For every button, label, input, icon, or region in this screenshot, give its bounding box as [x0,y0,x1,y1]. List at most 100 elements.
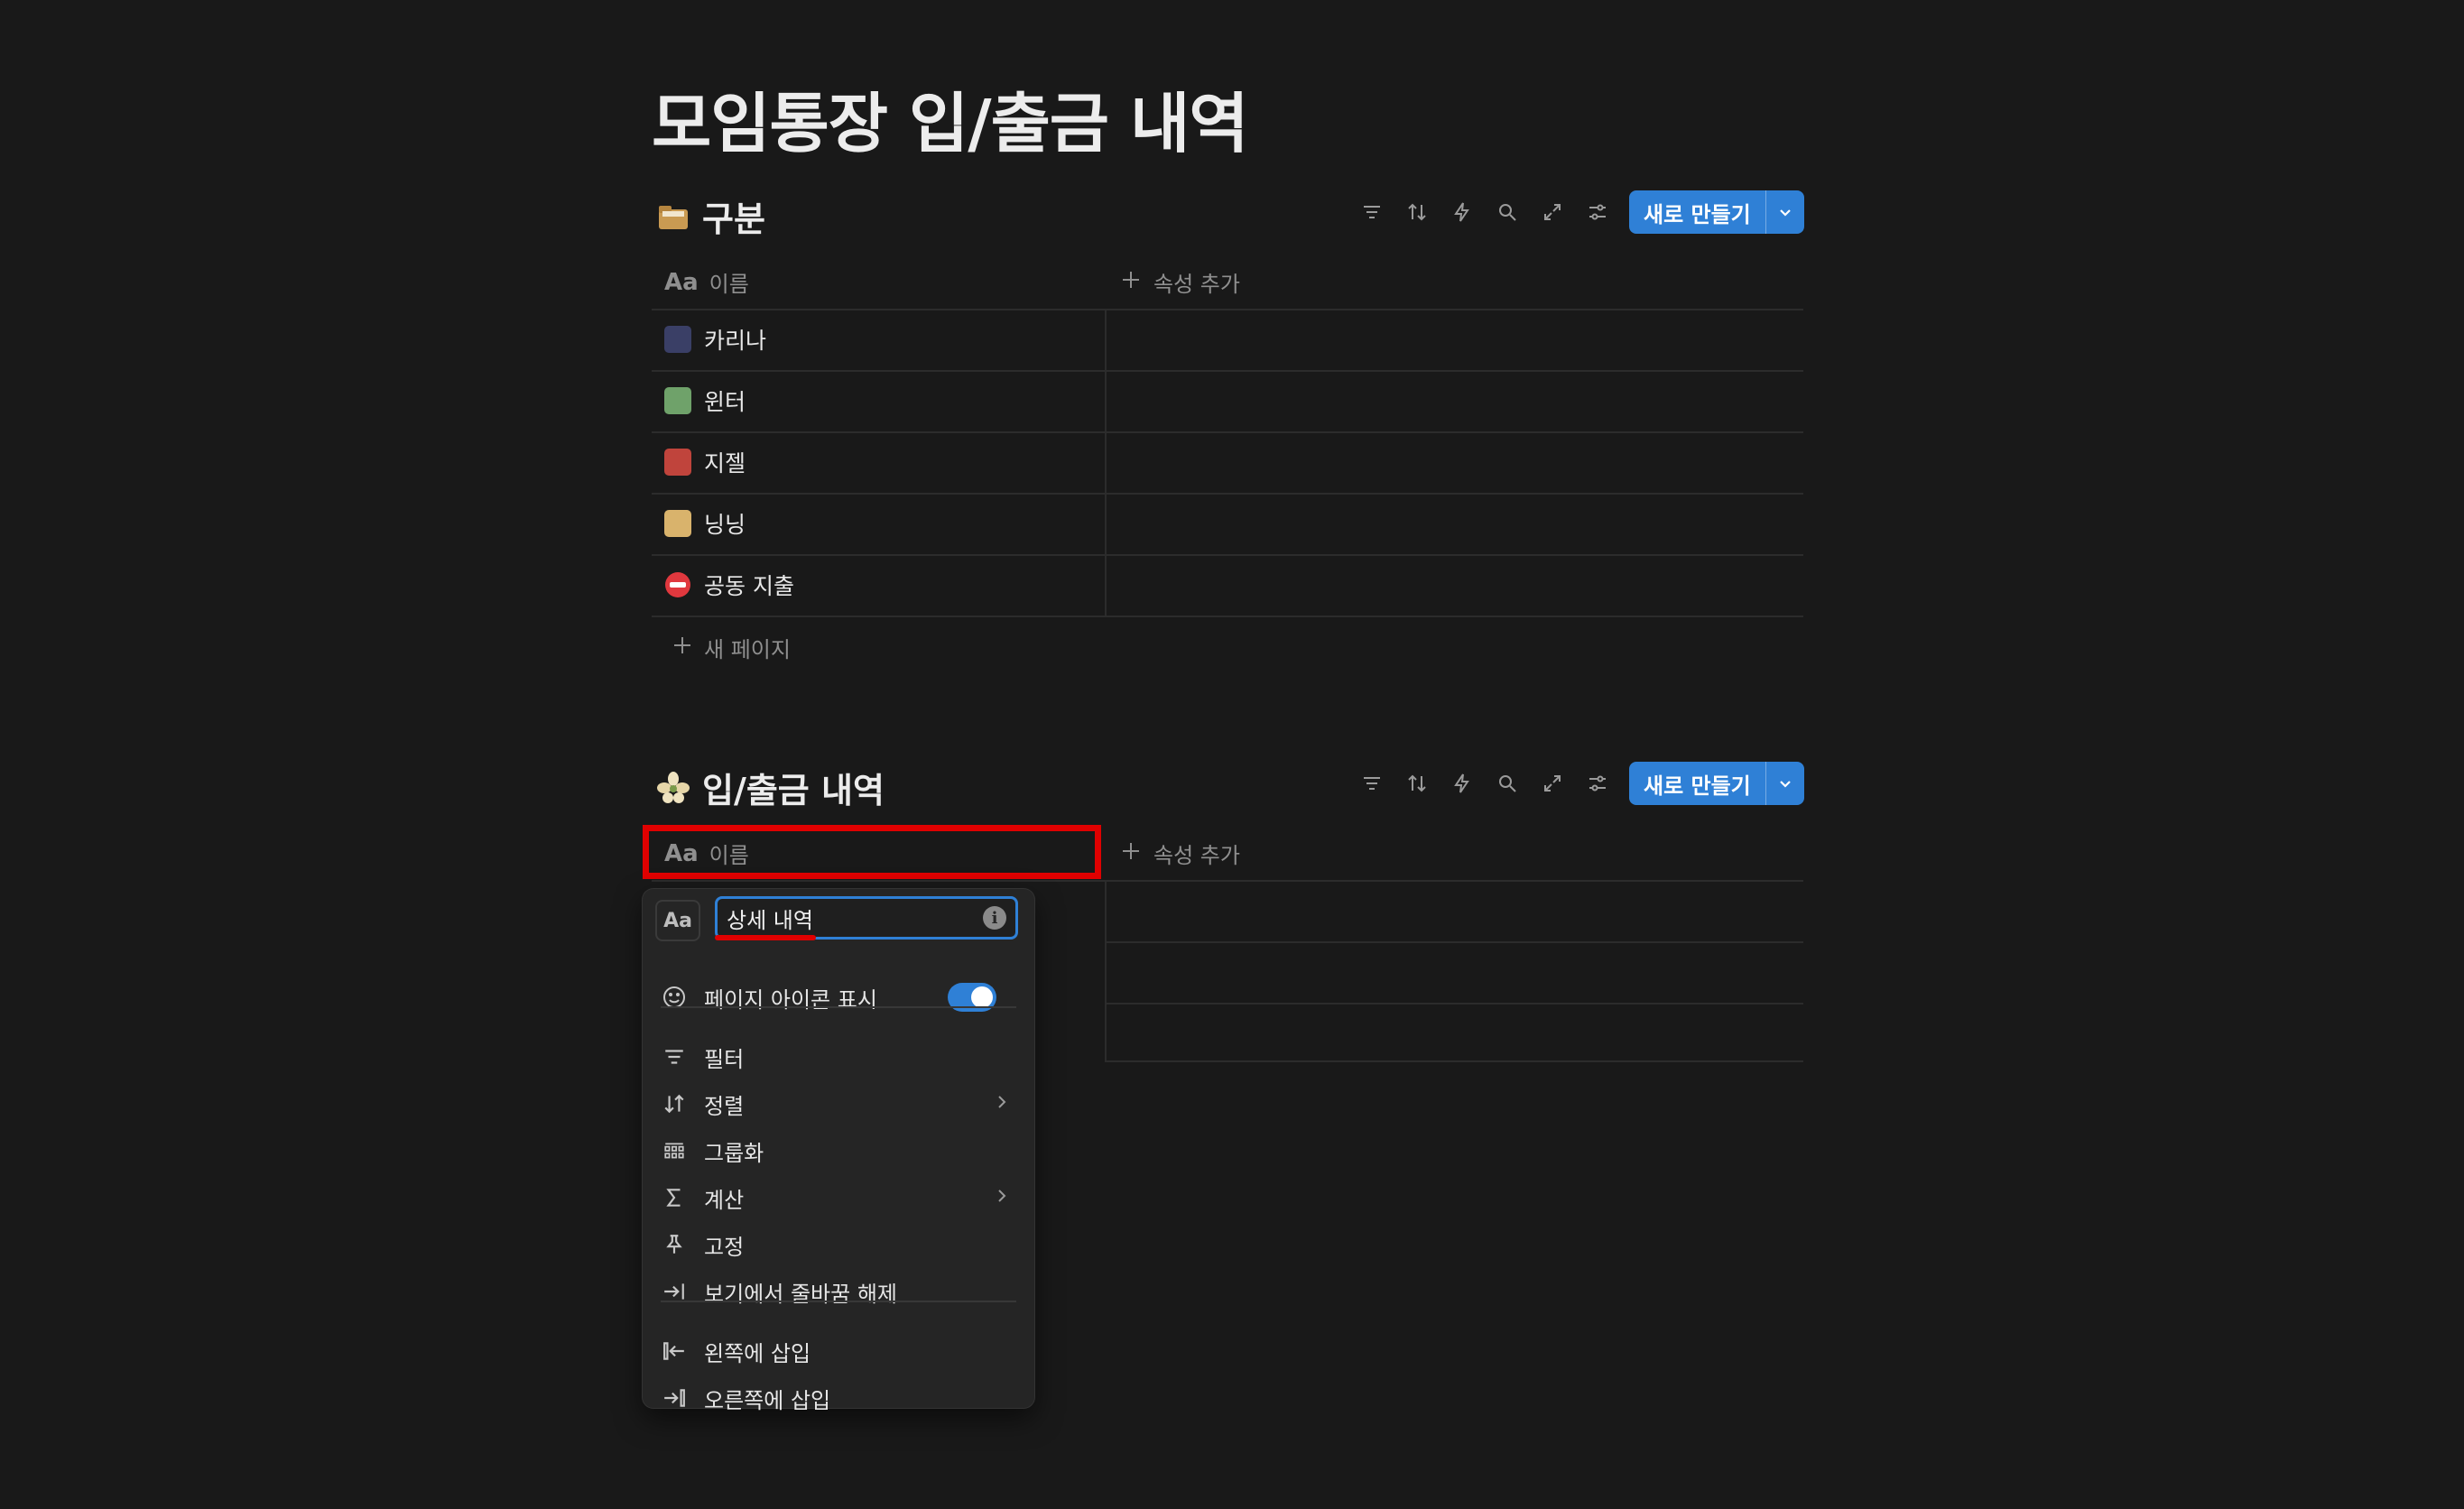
menu-item-label: 왼쪽에 삽입 [704,1340,811,1366]
new-button-label[interactable]: 새로 만들기 [1629,762,1765,805]
divider [652,880,1803,882]
sort-icon [661,1090,688,1117]
chevron-down-icon[interactable] [1765,190,1804,234]
search-icon[interactable] [1485,761,1530,806]
row-title: 닝닝 [704,512,746,538]
column-divider [1105,309,1107,616]
settings-sliders-icon[interactable] [1575,761,1620,806]
divider [1105,941,1803,943]
plus-icon [1119,839,1143,868]
highlight-box [643,825,1101,879]
expand-icon[interactable] [1530,190,1575,235]
insert-right-icon [661,1384,688,1412]
flower-icon [657,771,690,804]
db2-toolbar: 새로 만들기 [1349,761,1804,806]
row-title: 윈터 [704,389,746,415]
pin-icon [661,1231,688,1258]
new-page-button[interactable]: 새 페이지 [672,632,791,663]
divider [1105,1060,1803,1062]
menu-item-group[interactable]: 그룹화 [661,1127,1016,1174]
menu-item-sort[interactable]: 정렬 [661,1080,1016,1127]
menu-separator [661,1301,1016,1302]
menu-item-unwrap[interactable]: 보기에서 줄바꿈 해제 [661,1268,1016,1315]
filter-icon [661,1043,688,1070]
table-row[interactable]: 카리나 [664,323,766,356]
menu-item-label: 그룹화 [704,1140,764,1166]
menu-item-label: 고정 [704,1234,745,1260]
new-button[interactable]: 새로 만들기 [1629,762,1804,805]
divider [652,616,1803,617]
avatar-ningning-icon [664,510,691,537]
table-row[interactable]: 공동 지출 [664,569,794,601]
menu-item-label: 보기에서 줄바꿈 해제 [704,1281,897,1307]
new-button[interactable]: 새로 만들기 [1629,190,1804,234]
chevron-down-icon[interactable] [1765,762,1804,805]
add-property-button[interactable]: 속성 추가 [1119,838,1240,869]
sort-icon[interactable] [1394,761,1440,806]
plus-icon [1119,268,1143,297]
property-name-value: 상세 내역 [727,907,813,933]
new-button-label[interactable]: 새로 만들기 [1629,190,1765,234]
highlight-underline [715,935,816,940]
db1-toolbar: 새로 만들기 [1349,190,1804,235]
add-property-label: 속성 추가 [1153,843,1240,868]
column-options-menu: Aa 상세 내역 i 페이지 아이콘 표시 필터 정렬 그룹화 계산 고정 보기… [643,889,1034,1413]
filter-icon[interactable] [1349,761,1394,806]
settings-sliders-icon[interactable] [1575,190,1620,235]
menu-item-pin[interactable]: 고정 [661,1221,1016,1268]
menu-separator [661,1006,1016,1008]
show-page-icon-option[interactable]: 페이지 아이콘 표시 [661,974,1016,1021]
chevron-right-icon [993,1185,1011,1210]
table-row[interactable]: 닝닝 [664,507,746,540]
chevron-right-icon [993,1091,1011,1116]
new-page-label: 새 페이지 [704,637,791,662]
menu-item-label: 계산 [704,1187,745,1213]
expand-icon[interactable] [1530,761,1575,806]
name-column-label: 이름 [709,272,749,297]
divider [652,554,1803,556]
menu-item-insert-right[interactable]: 오른쪽에 삽입 [661,1375,1016,1421]
table-row[interactable]: 윈터 [664,384,746,417]
divider [1105,1003,1803,1004]
row-title: 카리나 [704,328,767,354]
group-grid-icon [661,1137,688,1164]
show-page-icon-label: 페이지 아이콘 표시 [704,986,877,1013]
no-entry-icon [664,571,691,598]
add-property-label: 속성 추가 [1153,272,1240,297]
add-property-button[interactable]: 속성 추가 [1119,266,1240,298]
name-column-header[interactable]: Aa 이름 [664,266,749,298]
divider [652,309,1803,310]
folder-icon [657,200,690,233]
db2-title: 입/출금 내역 [702,771,885,810]
avatar-karina-icon [664,326,691,353]
row-title: 지젤 [704,450,746,477]
search-icon[interactable] [1485,190,1530,235]
insert-left-icon [661,1338,688,1365]
menu-item-label: 필터 [704,1046,745,1072]
row-title: 공동 지출 [704,573,794,599]
divider [652,370,1803,372]
divider [652,493,1803,495]
db2-title-row[interactable]: 입/출금 내역 [657,763,885,812]
menu-item-label: 정렬 [704,1093,745,1119]
sort-icon[interactable] [1394,190,1440,235]
menu-item-filter[interactable]: 필터 [661,1033,1016,1080]
table-row[interactable]: 지젤 [664,446,746,478]
page-title: 모임통장 입/출금 내역 [652,86,1249,162]
automation-bolt-icon[interactable] [1440,190,1485,235]
db1-title: 구분 [702,199,765,239]
db1-title-row[interactable]: 구분 [657,191,765,241]
divider [652,431,1803,433]
sigma-icon [661,1184,688,1211]
property-name-input[interactable]: 상세 내역 i [715,896,1018,940]
menu-item-calculate[interactable]: 계산 [661,1174,1016,1221]
info-icon[interactable]: i [983,906,1006,930]
filter-icon[interactable] [1349,190,1394,235]
menu-item-insert-left[interactable]: 왼쪽에 삽입 [661,1328,1016,1375]
menu-item-label: 오른쪽에 삽입 [704,1387,831,1413]
automation-bolt-icon[interactable] [1440,761,1485,806]
avatar-winter-icon [664,387,691,414]
plus-icon [672,634,693,662]
property-type-icon[interactable]: Aa [655,900,700,941]
text-type-icon: Aa [664,268,699,296]
